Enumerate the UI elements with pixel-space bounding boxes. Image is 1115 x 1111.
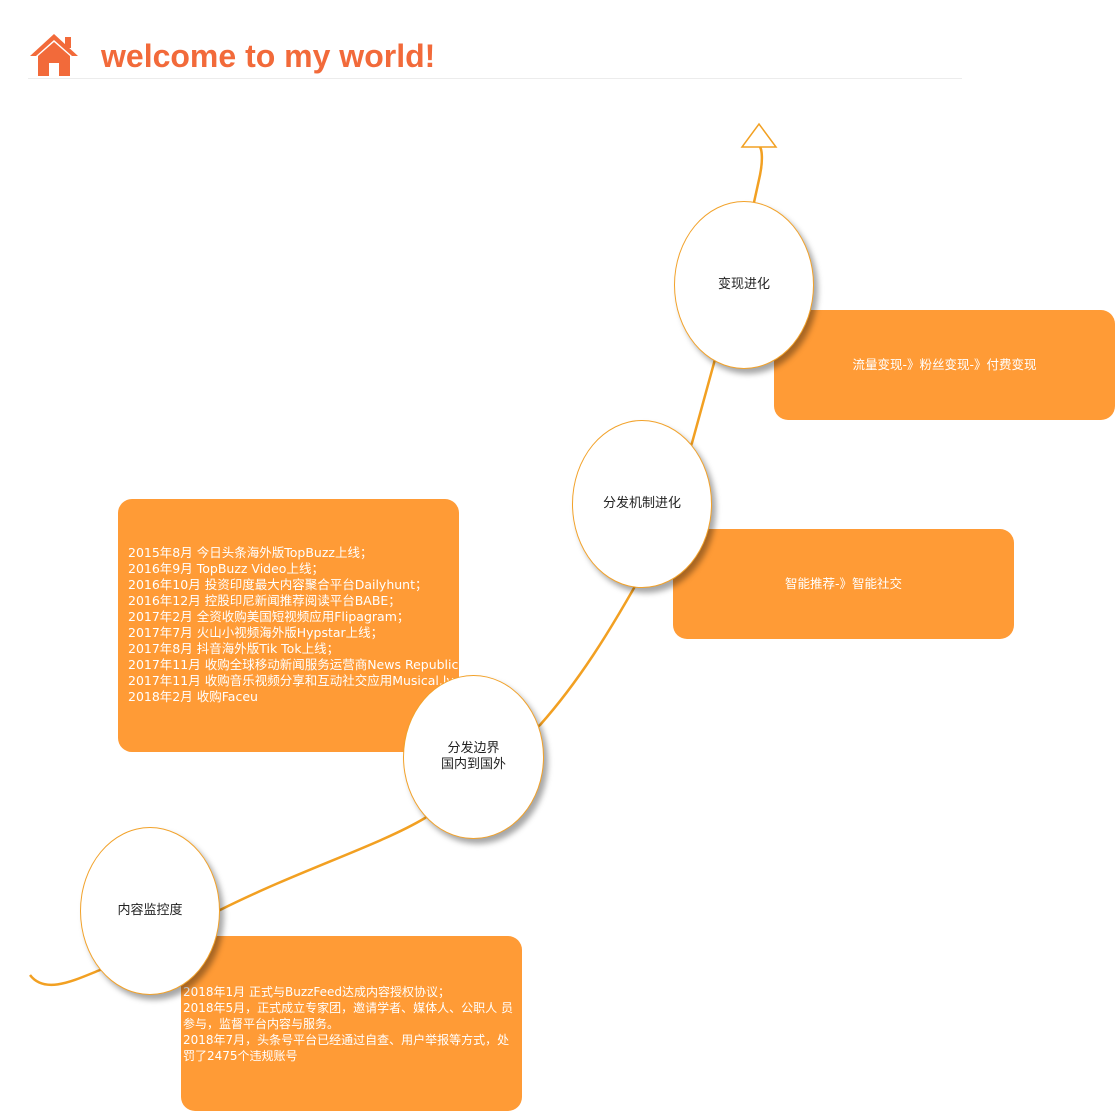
content-line: 2018年1月 正式与BuzzFeed达成内容授权协议； bbox=[183, 985, 451, 999]
content-line: 2018年7月，头条号平台已经通过自查、用户举报等方式，处罚了2475个违规账号 bbox=[183, 1033, 510, 1063]
monetize-box-text: 流量变现-》粉丝变现-》付费变现 bbox=[852, 357, 1037, 372]
arrow-head bbox=[740, 122, 778, 148]
node-monetize: 变现进化 bbox=[674, 201, 814, 369]
diagram-canvas: welcome to my world! 流量变现-》粉丝变现-》付费变现 智能… bbox=[0, 0, 1115, 1111]
boundary-line: 2018年2月 收购Faceu bbox=[128, 689, 258, 704]
node-content-label: 内容监控度 bbox=[117, 903, 183, 918]
boundary-line: 2017年8月 抖音海外版Tik Tok上线； bbox=[128, 641, 340, 656]
boundary-line: 2015年8月 今日头条海外版TopBuzz上线； bbox=[128, 545, 373, 560]
node-mechanism: 分发机制进化 bbox=[572, 420, 712, 588]
boundary-line: 2016年10月 投资印度最大内容聚合平台Dailyhunt； bbox=[128, 577, 428, 592]
boundary-line: 2016年12月 控股印尼新闻推荐阅读平台BABE； bbox=[128, 593, 401, 608]
node-boundary-label: 国内到国外 bbox=[440, 757, 506, 772]
content-line: 2018年5月，正式成立专家团，邀请学者、媒体人、公职人 员参与，监督平台内容与… bbox=[183, 1001, 513, 1031]
content-box: 2018年1月 正式与BuzzFeed达成内容授权协议； 2018年5月，正式成… bbox=[181, 936, 522, 1111]
mechanism-box-text: 智能推荐-》智能社交 bbox=[784, 576, 902, 591]
monetize-box: 流量变现-》粉丝变现-》付费变现 bbox=[774, 310, 1115, 420]
boundary-line: 2017年2月 全资收购美国短视频应用Flipagram； bbox=[128, 609, 410, 624]
mechanism-box: 智能推荐-》智能社交 bbox=[673, 529, 1014, 639]
node-mechanism-label: 分发机制进化 bbox=[602, 496, 681, 511]
node-monetize-label: 变现进化 bbox=[717, 277, 770, 292]
boundary-line: 2017年11月 收购全球移动新闻服务运营商News Republic bbox=[128, 657, 459, 672]
boundary-line: 2017年11月 收购音乐视频分享和互动社交应用Musical.ly bbox=[128, 673, 454, 688]
boundary-box: 2015年8月 今日头条海外版TopBuzz上线； 2016年9月 TopBuz… bbox=[118, 499, 459, 752]
node-boundary-label: 分发边界 bbox=[447, 741, 500, 756]
boundary-line: 2016年9月 TopBuzz Video上线； bbox=[128, 561, 324, 576]
boundary-line: 2017年7月 火山小视频海外版Hypstar上线； bbox=[128, 625, 384, 640]
node-content: 内容监控度 bbox=[80, 827, 220, 995]
node-boundary: 分发边界 国内到国外 bbox=[403, 675, 544, 839]
